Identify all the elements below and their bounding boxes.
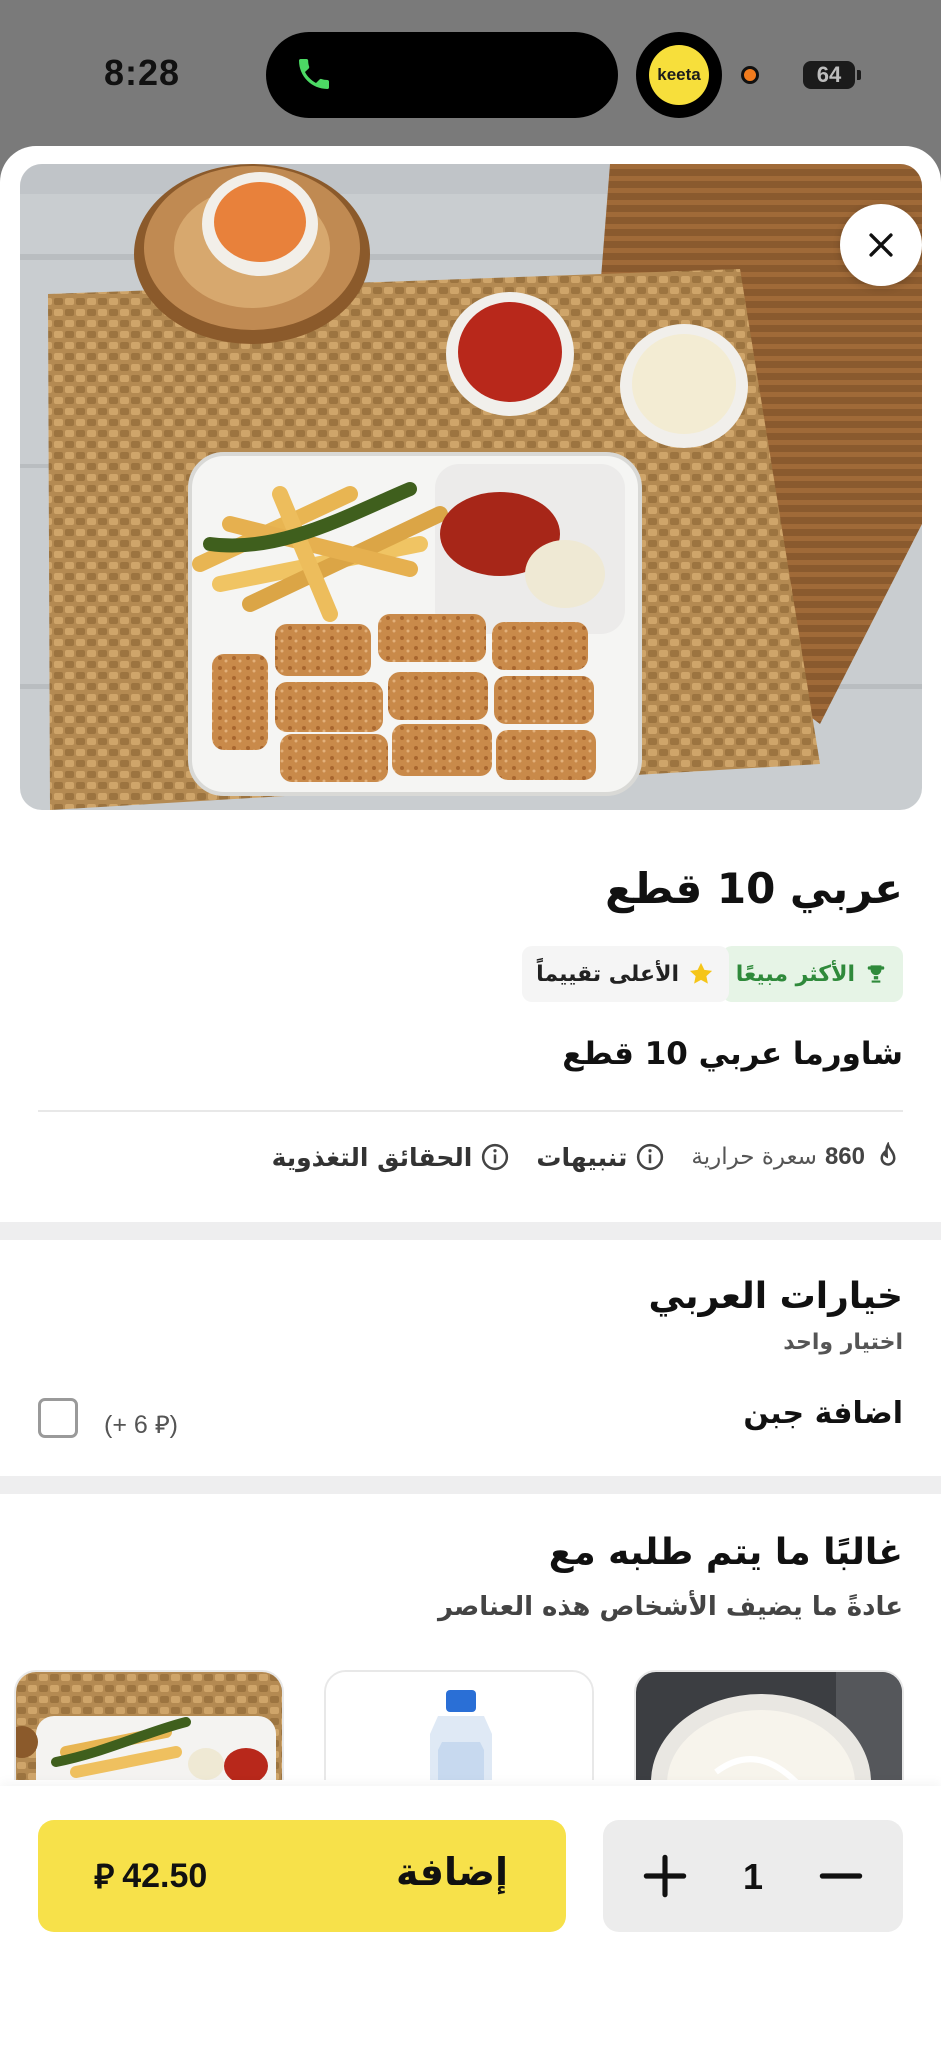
top-rated-badge: الأعلى تقييماً [522,946,729,1002]
alerts-link[interactable]: تنبيهات [536,1142,665,1172]
minus-icon[interactable] [813,1848,869,1904]
nutrition-facts-link[interactable]: الحقائق التغذوية [272,1142,511,1172]
quantity-stepper: 1 [603,1820,903,1932]
add-to-cart-bar: إضافة ⃁ 42.50 1 [0,1786,941,2048]
close-icon [869,233,893,257]
keeta-app-indicator: keeta [636,32,722,118]
suggested-items-row [0,1670,941,1780]
add-button-label: إضافة [396,1850,508,1894]
clock: 8:28 [104,52,181,93]
flame-icon [880,1142,896,1166]
info-icon [637,1143,664,1171]
star-icon [689,962,713,984]
suggested-item-meal[interactable] [14,1670,284,1780]
info-icon [482,1143,509,1171]
often-ordered-subtitle: عادةً ما يضيف الأشخاص هذه العناصر [437,1592,903,1622]
section-separator [0,1476,941,1494]
dynamic-island [266,32,618,118]
product-description: شاورما عربي 10 قطع [562,1036,903,1072]
water-bottle-thumbnail [326,1672,592,1780]
meal-thumbnail [16,1672,282,1780]
suggested-item-water[interactable] [324,1670,594,1780]
status-bar: 8:28 keeta 64 [0,0,941,150]
add-button-price: ⃁ 42.50 [94,1854,207,1898]
best-seller-badge: الأكثر مبيعًا [721,946,903,1002]
product-image [20,164,922,810]
product-sheet: عربي 10 قطع الأكثر مبيعًا الأعلى تقييماً… [0,146,941,2048]
section-separator [0,1222,941,1240]
product-title: عربي 10 قطع [605,864,903,913]
food-photo [20,164,922,810]
option-add-cheese-label: اضافة جبن [743,1396,903,1431]
option-add-cheese-price: (+ 6 ⃁) [104,1411,178,1439]
phone-call-icon [299,59,329,89]
product-facts: 860 سعرة حرارية تنبيهات الحقائق التغذوية [272,1142,903,1172]
trophy-icon [867,965,885,983]
calories: 860 سعرة حرارية [691,1142,903,1172]
sauce-thumbnail [636,1672,902,1780]
currency-symbol: ⃁ [94,1858,115,1896]
often-ordered-title: غالبًا ما يتم طلبه مع [548,1532,903,1573]
close-button[interactable] [840,204,922,286]
options-subtitle: اختيار واحد [783,1330,903,1355]
divider [38,1110,903,1112]
add-to-cart-button[interactable]: إضافة ⃁ 42.50 [38,1820,566,1932]
options-title: خيارات العربي [648,1276,903,1317]
recording-dot-icon [741,66,759,84]
suggested-item-garlic-sauce[interactable] [634,1670,904,1780]
battery-indicator: 64 [803,61,861,89]
add-cheese-checkbox[interactable] [38,1398,78,1438]
